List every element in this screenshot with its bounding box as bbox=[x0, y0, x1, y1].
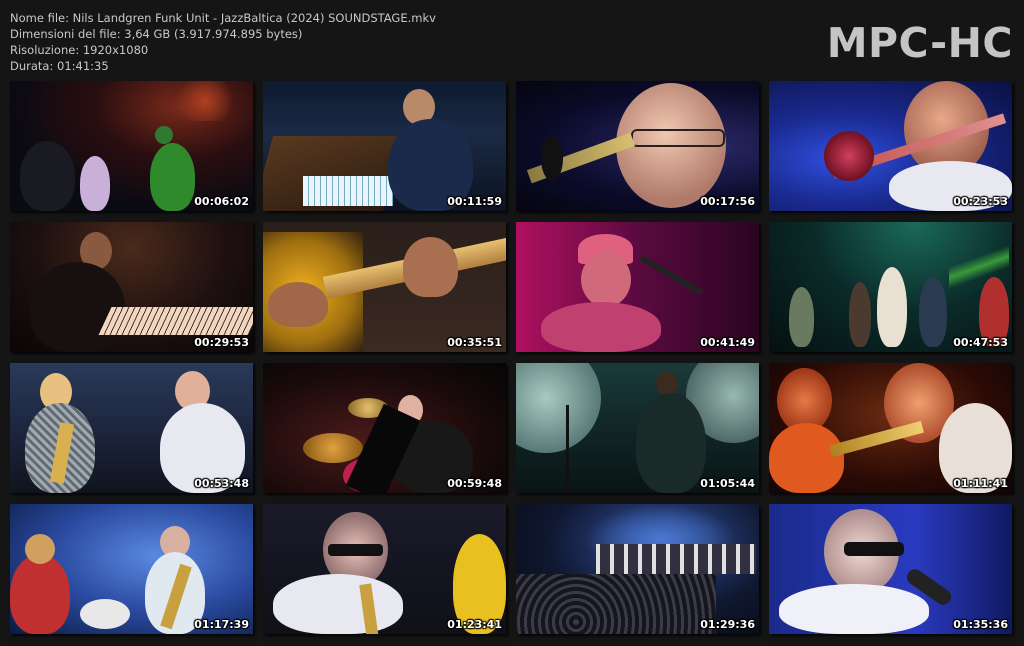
timestamp: 00:47:53 bbox=[953, 336, 1008, 349]
thumbnail-3: 00:17:56 bbox=[516, 81, 759, 211]
thumbnail-9: 00:53:48 bbox=[10, 363, 253, 493]
thumbnail-10: 00:59:48 bbox=[263, 363, 506, 493]
thumbnail-8: 00:47:53 bbox=[769, 222, 1012, 352]
timestamp: 01:23:41 bbox=[447, 618, 502, 631]
timestamp: 01:05:44 bbox=[700, 477, 755, 490]
timestamp: 01:35:36 bbox=[953, 618, 1008, 631]
file-name-line: Nome file: Nils Landgren Funk Unit - Jaz… bbox=[10, 11, 436, 25]
timestamp: 00:53:48 bbox=[194, 477, 249, 490]
thumbnail-7: 00:41:49 bbox=[516, 222, 759, 352]
mpc-hc-logo: MPC-HC bbox=[826, 19, 1013, 67]
file-info: Nome file: Nils Landgren Funk Unit - Jaz… bbox=[10, 10, 436, 74]
thumbnail-11: 01:05:44 bbox=[516, 363, 759, 493]
thumbnail-grid: 00:06:02 00:11:59 00:17:56 00:23:53 00:2… bbox=[10, 81, 1014, 634]
thumbnail-2: 00:11:59 bbox=[263, 81, 506, 211]
timestamp: 00:17:56 bbox=[700, 195, 755, 208]
timestamp: 00:11:59 bbox=[447, 195, 502, 208]
duration-line: Durata: 01:41:35 bbox=[10, 59, 109, 73]
resolution-line: Risoluzione: 1920x1080 bbox=[10, 43, 149, 57]
timestamp: 00:35:51 bbox=[447, 336, 502, 349]
thumbnail-6: 00:35:51 bbox=[263, 222, 506, 352]
thumbnail-4: 00:23:53 bbox=[769, 81, 1012, 211]
timestamp: 00:23:53 bbox=[953, 195, 1008, 208]
timestamp: 00:06:02 bbox=[194, 195, 249, 208]
thumbnail-1: 00:06:02 bbox=[10, 81, 253, 211]
thumbnail-14: 01:23:41 bbox=[263, 504, 506, 634]
timestamp: 01:17:39 bbox=[194, 618, 249, 631]
thumbnail-12: 01:11:41 bbox=[769, 363, 1012, 493]
thumbnail-13: 01:17:39 bbox=[10, 504, 253, 634]
timestamp: 01:11:41 bbox=[953, 477, 1008, 490]
thumbnail-15: 01:29:36 bbox=[516, 504, 759, 634]
timestamp: 00:59:48 bbox=[447, 477, 502, 490]
thumbnail-5: 00:29:53 bbox=[10, 222, 253, 352]
timestamp: 00:29:53 bbox=[194, 336, 249, 349]
file-size-line: Dimensioni del file: 3,64 GB (3.917.974.… bbox=[10, 27, 303, 41]
timestamp: 01:29:36 bbox=[700, 618, 755, 631]
timestamp: 00:41:49 bbox=[700, 336, 755, 349]
thumbnail-16: 01:35:36 bbox=[769, 504, 1012, 634]
